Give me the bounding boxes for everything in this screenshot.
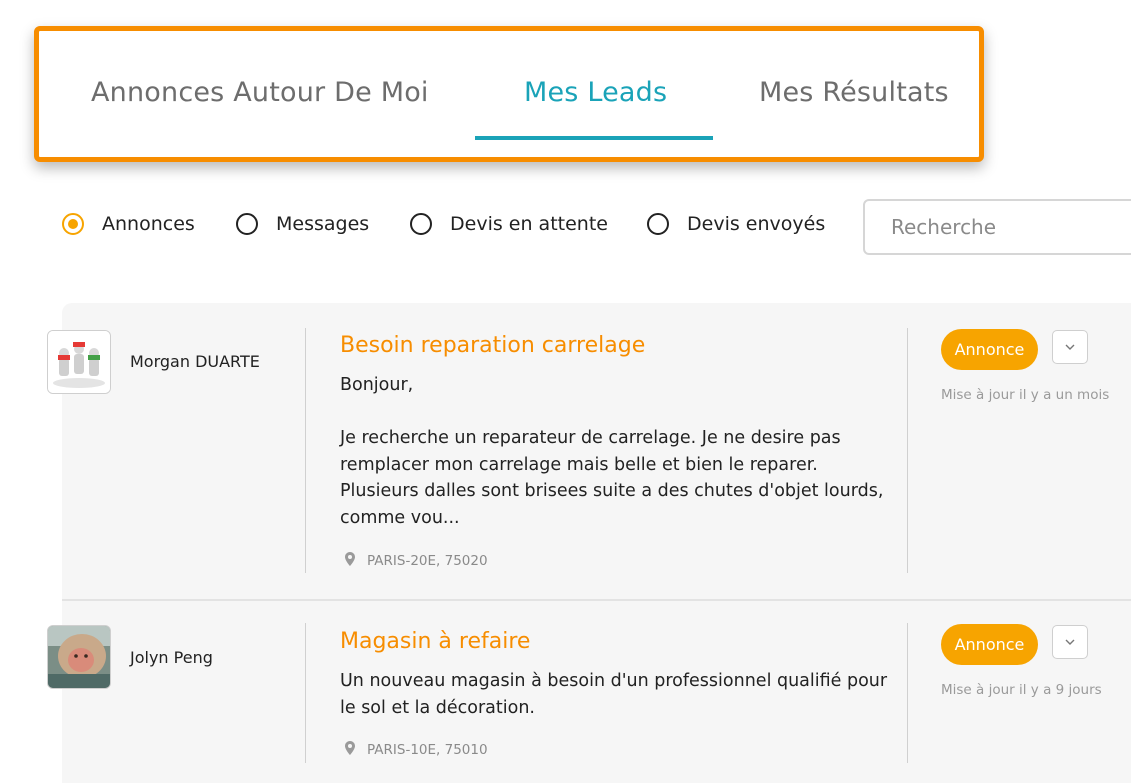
status-badge[interactable]: Annonce xyxy=(941,624,1038,665)
tab-annonces-autour-de-moi[interactable]: Annonces Autour De Moi xyxy=(91,77,429,108)
lead-location: PARIS-20E, 75020 xyxy=(345,552,488,570)
filter-label: Messages xyxy=(276,213,370,235)
status-badge[interactable]: Annonce xyxy=(941,329,1038,370)
lead-card[interactable]: Morgan DUARTE Besoin reparation carrelag… xyxy=(47,303,1131,601)
lead-title[interactable]: Magasin à refaire xyxy=(340,629,530,654)
lead-location: PARIS-10E, 75010 xyxy=(345,741,488,759)
lead-updated: Mise à jour il y a un mois xyxy=(941,387,1110,403)
lead-author: Jolyn Peng xyxy=(130,648,213,667)
options-dropdown-button[interactable] xyxy=(1052,330,1088,364)
chevron-down-icon xyxy=(1065,344,1075,350)
radio-selected-icon[interactable] xyxy=(62,213,84,235)
map-pin-icon xyxy=(345,552,355,570)
lead-author: Morgan DUARTE xyxy=(130,352,260,371)
avatar xyxy=(47,330,111,394)
divider xyxy=(305,623,306,763)
filter-annonces[interactable]: Annonces xyxy=(62,213,195,235)
radio-icon[interactable] xyxy=(236,213,258,235)
group-figures-icon xyxy=(48,331,110,393)
location-text: PARIS-20E, 75020 xyxy=(367,553,488,569)
active-tab-indicator xyxy=(475,136,713,140)
map-pin-icon xyxy=(345,741,355,759)
leads-list: Morgan DUARTE Besoin reparation carrelag… xyxy=(47,303,1131,783)
options-dropdown-button[interactable] xyxy=(1052,625,1088,659)
divider xyxy=(907,623,908,763)
monkey-photo-icon xyxy=(48,626,110,688)
filter-label: Devis en attente xyxy=(450,213,608,235)
lead-card[interactable]: Jolyn Peng Magasin à refaire Un nouveau … xyxy=(47,601,1131,783)
filter-devis-en-attente[interactable]: Devis en attente xyxy=(410,213,608,235)
lead-description: Bonjour, Je recherche un reparateur de c… xyxy=(340,375,884,528)
divider xyxy=(305,328,306,573)
filter-label: Annonces xyxy=(102,213,195,235)
filter-label: Devis envoyés xyxy=(687,213,826,235)
avatar xyxy=(47,625,111,689)
lead-updated: Mise à jour il y a 9 jours xyxy=(941,682,1102,698)
tab-mes-resultats[interactable]: Mes Résultats xyxy=(759,77,949,108)
divider xyxy=(907,328,908,573)
lead-title[interactable]: Besoin reparation carrelage xyxy=(340,333,645,358)
tab-mes-leads[interactable]: Mes Leads xyxy=(524,77,667,108)
filter-messages[interactable]: Messages xyxy=(236,213,369,235)
tab-bar: Annonces Autour De Moi Mes Leads Mes Rés… xyxy=(34,26,984,162)
location-text: PARIS-10E, 75010 xyxy=(367,742,488,758)
radio-icon[interactable] xyxy=(647,213,669,235)
filter-devis-envoyes[interactable]: Devis envoyés xyxy=(647,213,825,235)
lead-description: Un nouveau magasin à besoin d'un profess… xyxy=(340,671,888,718)
chevron-down-icon xyxy=(1065,639,1075,645)
search-input[interactable] xyxy=(863,199,1131,255)
radio-icon[interactable] xyxy=(410,213,432,235)
